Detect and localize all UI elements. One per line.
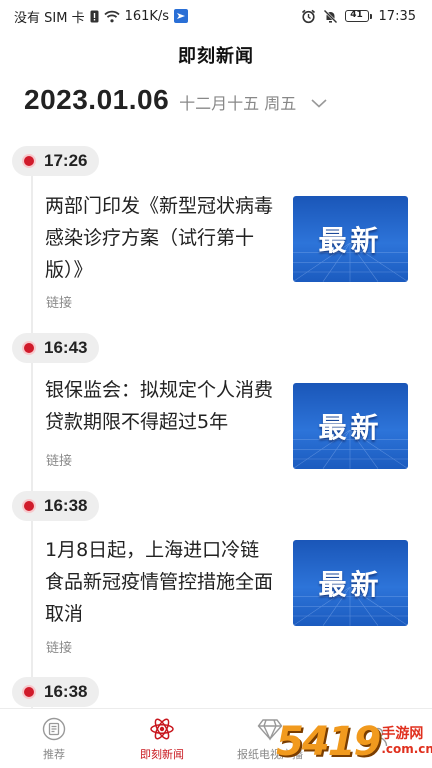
news-time: 16:38 — [44, 682, 88, 701]
battery-level: 41 — [344, 10, 369, 22]
news-headline[interactable]: 银保监会：拟规定个人消费贷款期限不得超过5年 — [45, 374, 277, 438]
news-thumbnail[interactable]: 最新 — [293, 540, 408, 626]
time-marker: 16:38 — [12, 677, 100, 707]
battery-icon: 41 — [344, 10, 372, 22]
network-speed: 161K/s — [124, 8, 170, 24]
recommend-icon — [41, 716, 67, 742]
news-thumbnail[interactable]: 最新 — [293, 383, 408, 469]
timeline-dot — [22, 341, 36, 355]
news-link[interactable]: 链接 — [46, 637, 72, 656]
time-marker: 17:26 — [12, 146, 100, 176]
tab-recommend[interactable]: 推荐 — [0, 709, 108, 768]
tab-instant-news[interactable]: 即刻新闻 — [108, 709, 216, 768]
thumbnail-label: 最新 — [318, 224, 383, 257]
news-headline[interactable]: 1月8日起，上海进口冷链食品新冠疫情管控措施全面取消 — [45, 534, 277, 630]
thumbnail-label: 最新 — [318, 568, 383, 601]
watermark-side: 手游网 .com.cn — [381, 727, 432, 757]
location-arrow-icon — [174, 9, 189, 23]
chevron-down-icon[interactable] — [310, 97, 328, 109]
wifi-icon — [103, 10, 120, 23]
news-link[interactable]: 链接 — [46, 450, 72, 469]
news-time: 17:26 — [44, 151, 88, 170]
status-right: 41 17:35 — [301, 9, 416, 24]
watermark-domain: .com.cn — [381, 742, 432, 756]
lunar-date: 十二月十五 周五 — [179, 94, 297, 113]
current-date: 2023.01.06 — [24, 84, 170, 115]
news-headline[interactable]: 两部门印发《新型冠状病毒感染诊疗方案（试行第十版）》 — [45, 190, 277, 286]
news-link[interactable]: 链接 — [46, 292, 72, 311]
page-title: 即刻新闻 — [178, 46, 254, 67]
sim-alert-icon — [90, 10, 99, 23]
time-marker: 16:38 — [12, 491, 100, 521]
site-watermark: 5419 手游网 .com.cn — [276, 716, 432, 768]
news-thumbnail[interactable]: 最新 — [293, 196, 408, 282]
timeline-dot — [22, 685, 36, 699]
timeline-dot — [22, 154, 36, 168]
timeline-dot — [22, 499, 36, 513]
mute-bell-icon — [323, 9, 338, 24]
status-time: 17:35 — [378, 8, 416, 24]
tab-label: 即刻新闻 — [140, 747, 184, 761]
tab-label: 推荐 — [43, 747, 65, 761]
sim-status: 没有 SIM 卡 — [14, 10, 85, 26]
atom-icon — [149, 716, 175, 742]
watermark-digits: 5419 — [276, 719, 381, 765]
thumbnail-label: 最新 — [318, 411, 383, 444]
status-left: 没有 SIM 卡 161K/s — [14, 7, 189, 26]
status-bar: 没有 SIM 卡 161K/s 41 17:35 — [0, 0, 432, 32]
time-marker: 16:43 — [12, 333, 100, 363]
news-time: 16:43 — [44, 338, 88, 357]
date-selector[interactable]: 2023.01.06 十二月十五 周五 — [24, 84, 328, 116]
news-time: 16:38 — [44, 496, 88, 515]
alarm-icon — [301, 9, 316, 24]
timeline-line — [31, 150, 33, 710]
watermark-cn: 手游网 — [381, 726, 424, 742]
